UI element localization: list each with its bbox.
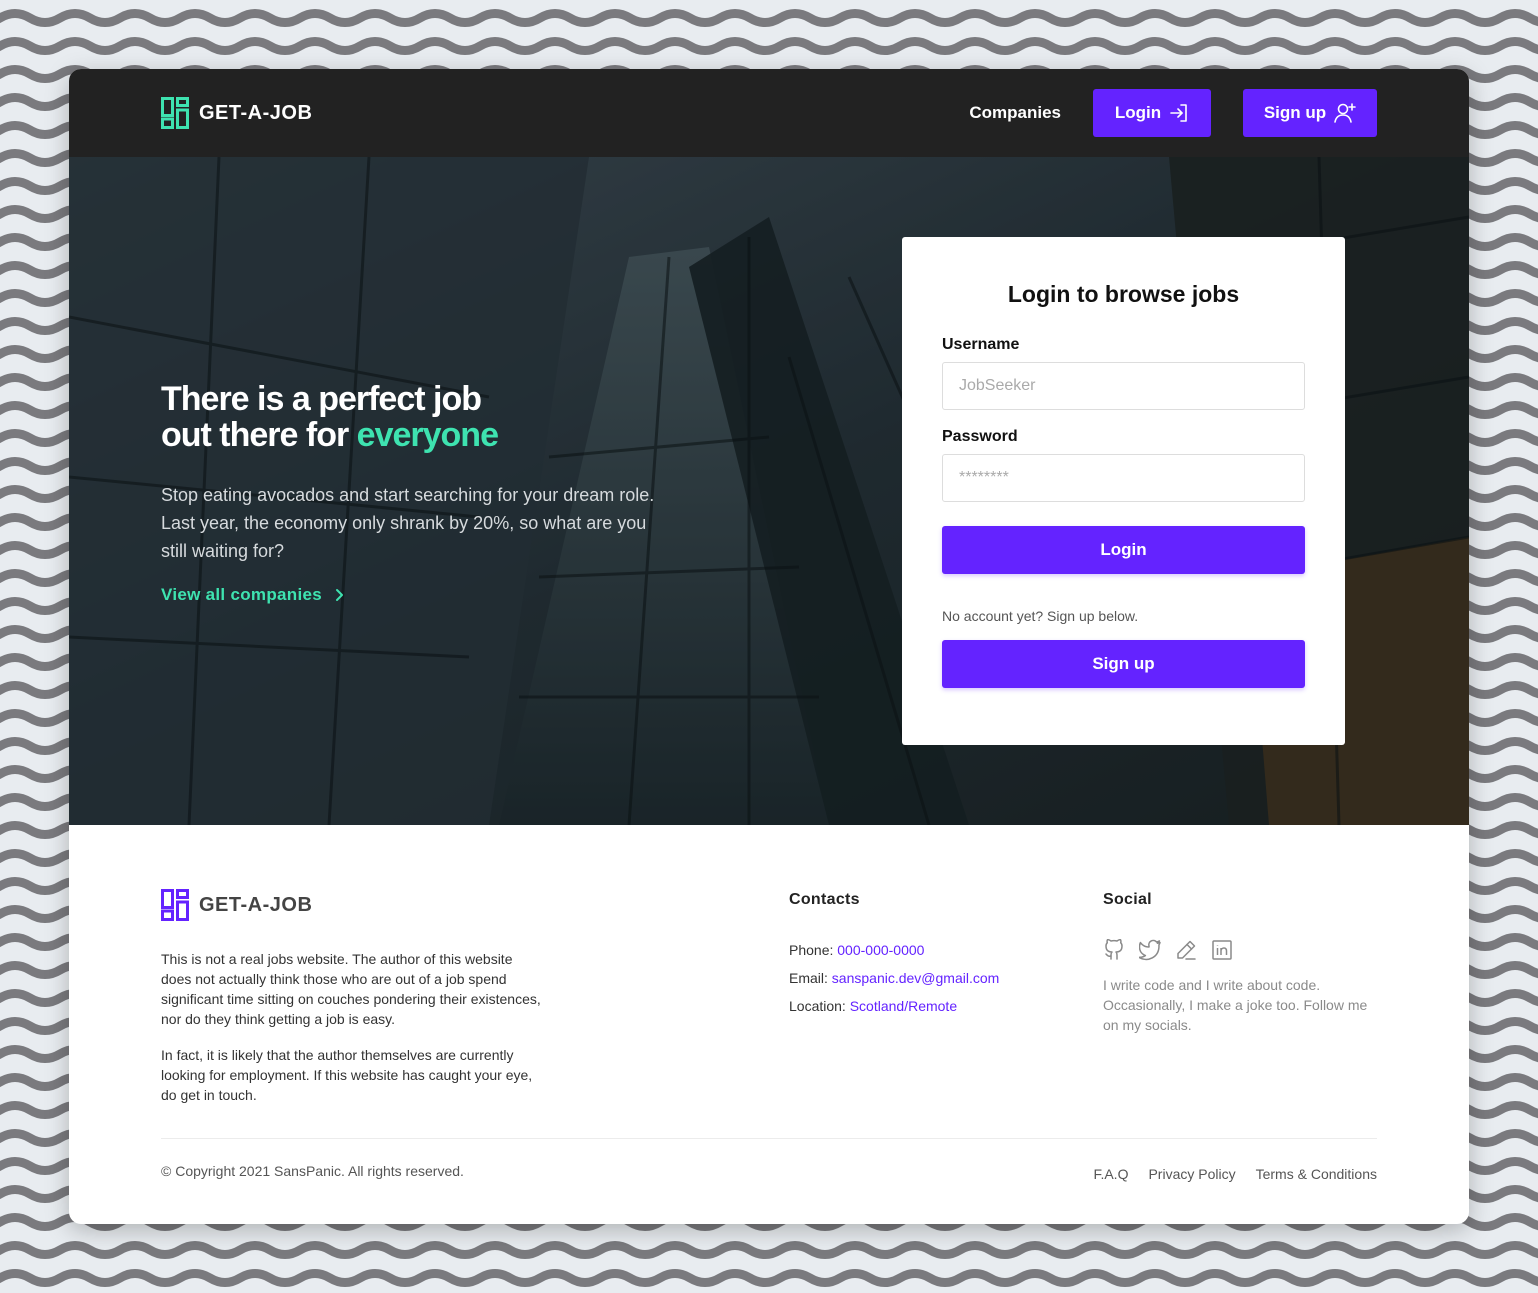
contact-email: Email: sanspanic.dev@gmail.com bbox=[789, 969, 1069, 987]
brand-name: GET-A-JOB bbox=[199, 101, 313, 124]
footer: GET-A-JOB This is not a real jobs websit… bbox=[69, 825, 1469, 1224]
chevron-right-icon bbox=[336, 589, 343, 601]
password-label: Password bbox=[942, 428, 1018, 445]
hero-title-line2: out there for bbox=[161, 416, 357, 454]
nav-companies-link[interactable]: Companies bbox=[969, 103, 1061, 123]
no-account-note: No account yet? Sign up below. bbox=[942, 608, 1139, 624]
footer-divider bbox=[161, 1138, 1377, 1139]
username-input[interactable] bbox=[942, 362, 1305, 410]
brand-logo[interactable]: GET-A-JOB bbox=[161, 97, 312, 129]
footer-brand[interactable]: GET-A-JOB bbox=[161, 889, 541, 921]
location-link[interactable]: Scotland/Remote bbox=[850, 998, 957, 1014]
footer-about: GET-A-JOB This is not a real jobs websit… bbox=[161, 889, 541, 1105]
top-navbar: GET-A-JOB Companies Login Sign up bbox=[69, 69, 1469, 157]
linkedin-icon[interactable] bbox=[1211, 939, 1233, 961]
faq-link[interactable]: F.A.Q bbox=[1093, 1166, 1128, 1182]
login-card: Login to browse jobs Username Password L… bbox=[902, 237, 1345, 745]
footer-brand-name: GET-A-JOB bbox=[199, 893, 313, 916]
nav-signup-button[interactable]: Sign up bbox=[1243, 89, 1377, 137]
email-label: Email: bbox=[789, 970, 832, 986]
contacts-heading: Contacts bbox=[789, 891, 860, 908]
dashboard-grid-icon bbox=[161, 97, 189, 129]
password-input[interactable] bbox=[942, 454, 1305, 502]
wave-stripe bbox=[0, 1241, 1538, 1259]
github-icon[interactable] bbox=[1103, 939, 1125, 961]
footer-social: Social I write code and I write about co… bbox=[1103, 891, 1383, 1035]
copyright-text: © Copyright 2021 SansPanic. All rights r… bbox=[161, 1163, 464, 1179]
social-description: I write code and I write about code. Occ… bbox=[1103, 977, 1368, 1033]
hero-title: There is a perfect job out there for eve… bbox=[161, 381, 681, 453]
view-companies-label: View all companies bbox=[161, 585, 322, 604]
footer-about-paragraph-2: In fact, it is likely that the author th… bbox=[161, 1047, 533, 1103]
hero-section: There is a perfect job out there for eve… bbox=[69, 157, 1469, 825]
login-arrow-icon bbox=[1170, 104, 1187, 122]
hero-text-block: There is a perfect job out there for eve… bbox=[161, 381, 681, 605]
privacy-policy-link[interactable]: Privacy Policy bbox=[1148, 1166, 1235, 1182]
footer-contacts: Contacts Phone: 000-000-0000 Email: sans… bbox=[789, 891, 1069, 1015]
contact-location: Location: Scotland/Remote bbox=[789, 997, 1069, 1015]
phone-link[interactable]: 000-000-0000 bbox=[837, 942, 924, 958]
hero-description: Stop eating avocados and start searching… bbox=[161, 485, 655, 561]
wave-stripe bbox=[0, 9, 1538, 27]
dashboard-grid-icon bbox=[161, 889, 189, 921]
social-heading: Social bbox=[1103, 891, 1152, 908]
wave-stripe bbox=[0, 1269, 1538, 1287]
terms-link[interactable]: Terms & Conditions bbox=[1256, 1166, 1377, 1182]
pencil-icon[interactable] bbox=[1175, 939, 1197, 961]
username-label: Username bbox=[942, 336, 1020, 353]
twitter-icon[interactable] bbox=[1139, 939, 1161, 961]
nav-signup-label: Sign up bbox=[1263, 103, 1327, 122]
view-companies-link[interactable]: View all companies bbox=[161, 585, 681, 605]
footer-about-paragraph-1: This is not a real jobs website. The aut… bbox=[161, 951, 541, 1027]
nav-login-label: Login bbox=[1114, 103, 1162, 122]
signup-button[interactable]: Sign up bbox=[942, 640, 1305, 688]
hero-title-accent: everyone bbox=[356, 416, 499, 454]
phone-label: Phone: bbox=[789, 942, 838, 958]
contact-phone: Phone: 000-000-0000 bbox=[789, 941, 1069, 959]
login-card-title: Login to browse jobs bbox=[1007, 281, 1240, 307]
login-submit-button[interactable]: Login bbox=[942, 526, 1305, 574]
wave-stripe bbox=[0, 37, 1538, 55]
hero-title-line1: There is a perfect job bbox=[161, 380, 482, 418]
social-icons bbox=[1103, 939, 1383, 961]
nav-login-button[interactable]: Login bbox=[1093, 89, 1211, 137]
user-plus-icon bbox=[1334, 103, 1356, 123]
browser-frame: GET-A-JOB Companies Login Sign up There … bbox=[69, 69, 1469, 1224]
email-link[interactable]: sanspanic.dev@gmail.com bbox=[832, 970, 1000, 986]
footer-links: F.A.Q Privacy Policy Terms & Conditions bbox=[1093, 1166, 1377, 1182]
location-label: Location: bbox=[789, 998, 850, 1014]
